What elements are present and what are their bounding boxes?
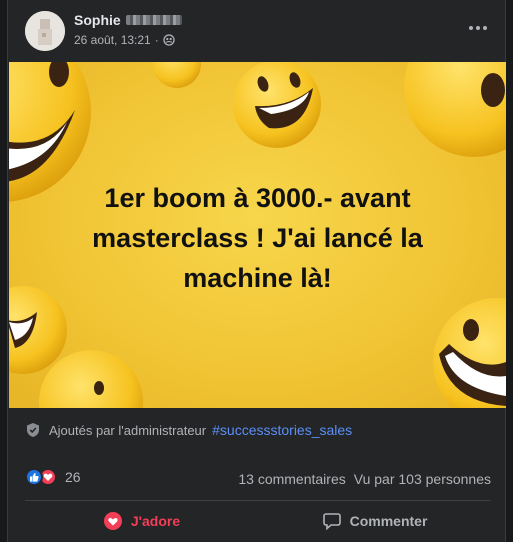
shield-icon (27, 423, 39, 437)
post-timestamp[interactable]: 26 août, 13:21 (74, 33, 151, 47)
image-text-line: machine là! (183, 263, 332, 293)
redacted-surname (125, 15, 182, 25)
admin-hashtag-row: Ajoutés par l'administrateur #successsto… (25, 422, 352, 438)
comment-icon (322, 513, 341, 531)
heart-icon (103, 512, 122, 530)
post-image[interactable]: 1er boom à 3000.- avant masterclass ! J'… (9, 62, 506, 408)
more-dot-icon (469, 26, 473, 30)
love-button[interactable]: J'adore (25, 503, 258, 539)
post-card: Sophie 26 août, 13:21 · 1er boom à 3000.… (7, 0, 506, 542)
love-button-label: J'adore (130, 513, 181, 529)
reaction-count: 26 (65, 469, 81, 485)
author-row: Sophie (74, 12, 182, 28)
hashtag-link[interactable]: #successstories_sales (212, 422, 352, 438)
admin-added-label: Ajoutés par l'administrateur (49, 422, 207, 438)
avatar[interactable] (25, 11, 65, 51)
divider (25, 500, 491, 501)
comment-button[interactable]: Commenter (258, 503, 491, 539)
image-text-line: 1er boom à 3000.- avant (104, 183, 411, 213)
more-dot-icon (483, 26, 487, 30)
author-name[interactable]: Sophie (74, 12, 121, 28)
image-text-line: masterclass ! J'ai lancé la (92, 223, 423, 253)
comment-button-label: Commenter (349, 513, 428, 529)
post-stats: 13 commentaires Vu par 103 personnes (238, 471, 491, 487)
reaction-summary[interactable]: 26 (25, 468, 81, 486)
more-dot-icon (476, 26, 480, 30)
like-reaction-icon (25, 468, 43, 486)
more-options-button[interactable] (463, 16, 493, 40)
post-meta: 26 août, 13:21 · (74, 33, 175, 47)
comments-count-link[interactable]: 13 commentaires (238, 471, 345, 487)
seen-by-link[interactable]: Vu par 103 personnes (354, 471, 491, 487)
post-actions: J'adore Commenter (25, 503, 491, 539)
meta-separator: · (154, 33, 159, 47)
post-header: Sophie 26 août, 13:21 · (8, 0, 505, 62)
friends-globe-icon[interactable] (163, 34, 175, 46)
post-image-text: 1er boom à 3000.- avant masterclass ! J'… (9, 178, 506, 298)
